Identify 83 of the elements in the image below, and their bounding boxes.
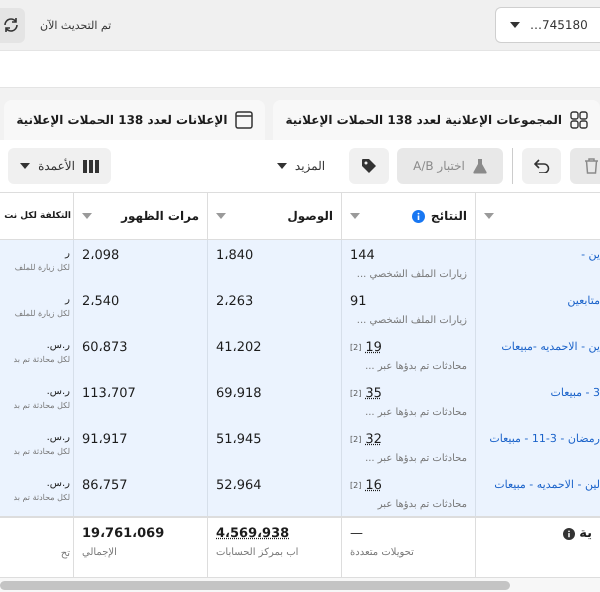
results-value: 16 xyxy=(365,478,382,493)
results-label: محادثات تم بدؤها عبر xyxy=(376,499,467,510)
results-value: 35 xyxy=(365,386,382,401)
reach-value: 69،918 xyxy=(216,386,262,401)
reach-value: 1،840 xyxy=(216,248,254,263)
cost-value: ر.س. xyxy=(46,478,70,489)
tab[interactable]: الإعلانات لعدد 138 الحملات الإعلانية xyxy=(4,100,266,140)
total-value: — xyxy=(350,526,363,541)
reach-value: 52،964 xyxy=(216,478,262,493)
reach-value: 2،263 xyxy=(216,294,254,309)
cost-value: ر.س. xyxy=(46,340,70,351)
campaign-link[interactable]: رمضان - 3-11 - مبيعات xyxy=(476,432,600,445)
total-label: تح xyxy=(60,548,70,559)
columns-button[interactable]: الأعمدة xyxy=(8,148,111,184)
results-value: 32 xyxy=(365,432,382,447)
cost-label: لكل محادثة تم بد xyxy=(14,401,70,410)
results-label: زيارات الملف الشخصي ... xyxy=(356,269,467,280)
total-label: تحويلات متعددة xyxy=(350,547,414,558)
columns-icon xyxy=(82,160,99,172)
column-title: مرات الظهور xyxy=(121,209,199,223)
reach-value: 41،202 xyxy=(216,340,262,355)
cost-value: ر.س. xyxy=(46,432,70,443)
cost-label: لكل محادثة تم بد xyxy=(14,355,70,364)
column-header[interactable]: النتائج xyxy=(341,192,475,240)
tag-icon xyxy=(361,158,377,174)
campaign-link[interactable]: 3 - مبيعات xyxy=(476,386,600,399)
caret-icon xyxy=(510,22,520,28)
trash-icon xyxy=(584,158,598,174)
footnote-mark: [2] xyxy=(350,389,362,398)
cost-label: لكل زيارة للملف xyxy=(14,263,70,272)
campaign-link[interactable]: ين - xyxy=(476,248,600,261)
column-header[interactable]: الوصول xyxy=(207,192,341,240)
column-header[interactable]: مرات الظهور xyxy=(73,192,207,240)
tab[interactable]: المجموعات الإعلانية لعدد 138 الحملات الإعلانية xyxy=(273,100,600,140)
campaign-link[interactable]: ين - الاحمديه -مبيعات xyxy=(476,340,600,353)
scrollbar-thumb[interactable] xyxy=(0,580,510,590)
cost-label: لكل زيارة للملف xyxy=(14,309,70,318)
tag-button[interactable] xyxy=(349,148,389,184)
info-icon xyxy=(563,528,576,540)
account-selector[interactable]: …745180 xyxy=(495,7,600,43)
footnote-mark: [2] xyxy=(350,343,362,352)
total-label: الإجمالي xyxy=(82,547,117,558)
impressions-value: 2،540 xyxy=(82,294,120,309)
column-header[interactable]: التكلفة لكل نت xyxy=(0,192,73,240)
total-value: 4،569،938 xyxy=(216,526,290,541)
cost-value: ر.س. xyxy=(46,386,70,397)
column-title: التكلفة لكل نت xyxy=(4,211,71,221)
impressions-value: 113،707 xyxy=(82,386,136,401)
more-button[interactable]: المزيد xyxy=(273,148,329,184)
campaign-link[interactable]: متابعين xyxy=(476,294,600,307)
impressions-value: 91،917 xyxy=(82,432,128,447)
update-status: تم التحديث الآن xyxy=(40,18,112,32)
caret-icon xyxy=(20,163,30,169)
undo-button[interactable] xyxy=(522,148,561,184)
caret-icon xyxy=(276,163,287,169)
cost-label: لكل محادثة تم بد xyxy=(14,447,70,456)
results-value: 144 xyxy=(350,248,375,263)
footnote-mark: [2] xyxy=(350,481,362,490)
column-title: النتائج xyxy=(430,209,467,223)
total-label: اب بمركز الحسابات xyxy=(216,547,298,558)
total-value: 19،761،069 xyxy=(82,526,164,541)
grid-icon xyxy=(570,111,588,129)
total-title: ية xyxy=(579,526,592,541)
results-label: زيارات الملف الشخصي ... xyxy=(356,315,467,326)
column-title: الوصول xyxy=(287,209,333,223)
undo-icon xyxy=(534,159,550,173)
refresh-icon xyxy=(3,17,19,33)
results-value: 19 xyxy=(365,340,382,355)
cost-label: لكل محادثة تم بد xyxy=(14,493,70,502)
results-label: محادثات تم بدؤها عبر ... xyxy=(364,361,467,372)
reach-value: 51،945 xyxy=(216,432,262,447)
impressions-value: 2،098 xyxy=(82,248,120,263)
footnote-mark: [2] xyxy=(350,435,362,444)
impressions-value: 86،757 xyxy=(82,478,128,493)
results-value: 91 xyxy=(350,294,367,309)
results-label: محادثات تم بدؤها عبر ... xyxy=(364,407,467,418)
campaign-link[interactable]: لين - الاحمديه - مبيعات xyxy=(476,478,600,491)
cost-value: ر xyxy=(65,248,70,259)
results-label: محادثات تم بدؤها عبر ... xyxy=(364,453,467,464)
impressions-value: 60،873 xyxy=(82,340,128,355)
flask-icon xyxy=(472,158,487,174)
cost-value: ر xyxy=(65,294,70,305)
window-icon xyxy=(235,111,254,129)
